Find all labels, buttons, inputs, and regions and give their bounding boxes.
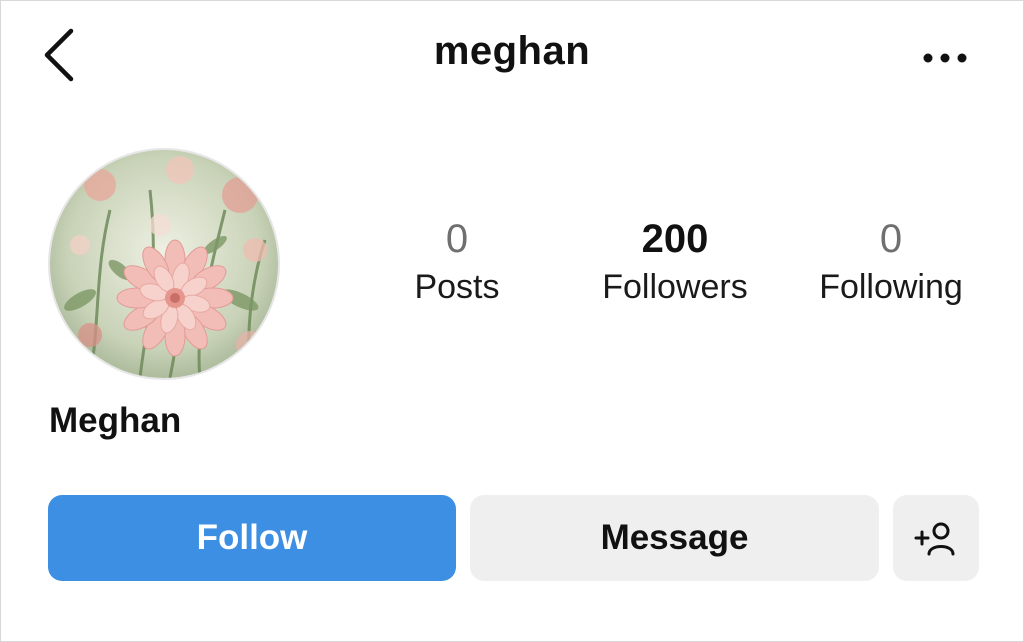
avatar[interactable] bbox=[48, 148, 280, 380]
add-person-icon bbox=[914, 522, 955, 556]
posts-stat[interactable]: 0 Posts bbox=[357, 213, 557, 309]
following-stat[interactable]: 0 Following bbox=[791, 213, 991, 309]
more-options-button[interactable] bbox=[915, 41, 975, 75]
message-button[interactable]: Message bbox=[470, 495, 879, 581]
profile-screen: meghan 0 Posts 200 Followers 0 Following… bbox=[0, 0, 1024, 642]
following-label: Following bbox=[819, 268, 963, 306]
posts-label: Posts bbox=[414, 268, 500, 306]
profile-display-name: Meghan bbox=[49, 401, 182, 440]
more-horizontal-icon bbox=[923, 53, 967, 63]
profile-username-title: meghan bbox=[433, 29, 591, 73]
follow-button[interactable]: Follow bbox=[48, 495, 456, 581]
followers-label: Followers bbox=[602, 268, 748, 306]
followers-count: 200 bbox=[641, 217, 709, 261]
suggested-accounts-button[interactable] bbox=[893, 495, 979, 581]
following-count: 0 bbox=[879, 217, 903, 261]
followers-stat[interactable]: 200 Followers bbox=[575, 213, 775, 309]
flower-photo-avatar bbox=[50, 150, 278, 378]
posts-count: 0 bbox=[445, 217, 469, 261]
